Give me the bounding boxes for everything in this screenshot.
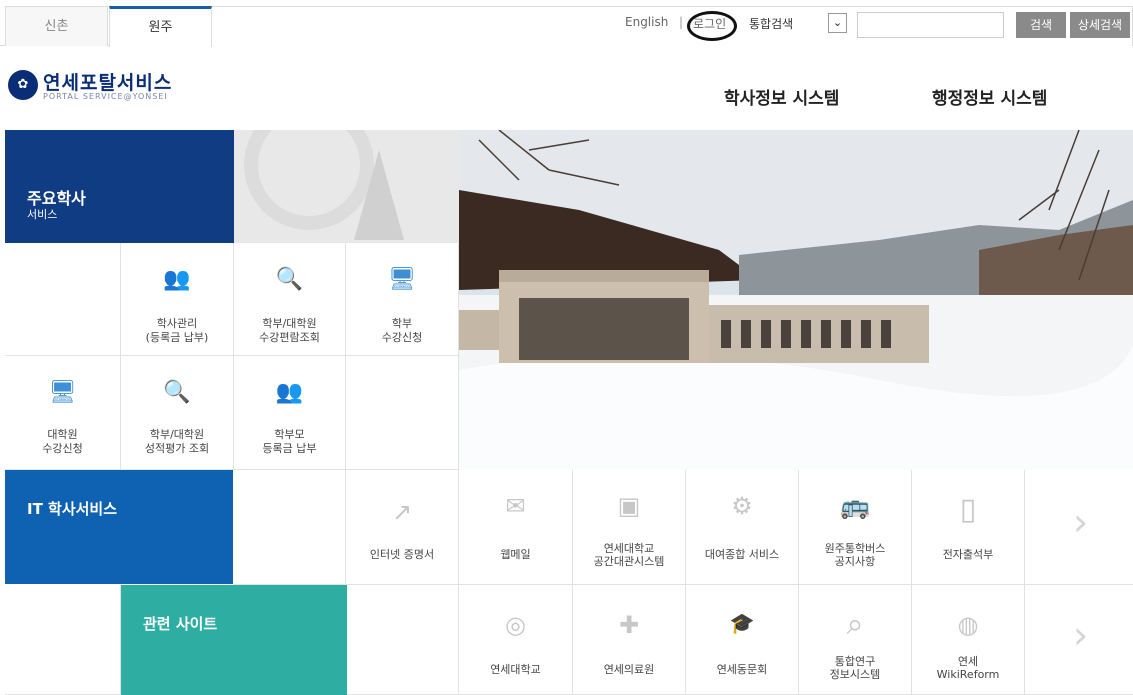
academic-item-grade-evaluation[interactable]: 🔍 학부/대학원 성적평가 조회 bbox=[121, 356, 234, 470]
related-item-wikireform[interactable]: ◍ 연세 WikiReform bbox=[912, 585, 1025, 695]
related-sites-header: 관련 사이트 bbox=[121, 585, 347, 695]
item-line2: 수강편람조회 bbox=[259, 331, 320, 344]
related-item-medical-center[interactable]: ✚ 연세의료원 bbox=[573, 585, 686, 695]
item-line1: 대여종합 서비스 bbox=[704, 548, 780, 561]
login-highlight-circle bbox=[687, 11, 737, 41]
item-line2: 정보시스템 bbox=[829, 668, 881, 681]
campus-emblem-background bbox=[234, 130, 459, 243]
tab-label: 신촌 bbox=[44, 19, 69, 34]
academic-subtitle: 서비스 bbox=[27, 208, 58, 221]
nav-admin-system[interactable]: 행정정보 시스템 bbox=[932, 84, 1047, 109]
item-line1: 학부모 bbox=[274, 428, 305, 441]
it-services-header: IT 학사서비스 bbox=[5, 470, 233, 584]
item-line2: 수강신청 bbox=[381, 331, 423, 344]
building-icon: ▣ bbox=[617, 492, 641, 520]
item-line1: 연세대학교 bbox=[490, 663, 541, 676]
medical-kit-icon: ✚ bbox=[618, 611, 640, 639]
item-line2: (등록금 납부) bbox=[145, 331, 209, 344]
yonsei-emblem-icon[interactable]: ✿ bbox=[8, 70, 38, 100]
item-line1: 연세대학교 bbox=[603, 542, 655, 555]
it-next-page[interactable]: › bbox=[1025, 470, 1133, 585]
user-database-icon: 👥 bbox=[163, 267, 191, 292]
gears-icon: ⚙ bbox=[731, 492, 753, 520]
item-line1: 통합연구 bbox=[834, 655, 876, 668]
book-search-icon: 🔍 bbox=[275, 267, 304, 292]
it-item-rental-service[interactable]: ⚙ 대여종합 서비스 bbox=[686, 470, 799, 585]
tab-label: 원주 bbox=[148, 20, 173, 35]
item-line2: 공지사항 bbox=[834, 555, 876, 568]
campus-winter-photo bbox=[459, 130, 1133, 470]
monitor-check-icon: 🖥 bbox=[48, 380, 77, 405]
item-line1: 원주통학버스 bbox=[824, 542, 886, 555]
advanced-search-button[interactable]: 상세검색 bbox=[1070, 12, 1130, 38]
academic-services-header: 주요학사 서비스 bbox=[5, 130, 234, 243]
mobile-icon: ▯ bbox=[959, 492, 977, 527]
document-search-icon: 🔍 bbox=[163, 380, 191, 405]
bus-icon: 🚌 bbox=[840, 492, 870, 520]
item-line1: 학사관리 bbox=[156, 317, 198, 330]
search-scope-select[interactable]: ⌄ bbox=[828, 13, 847, 33]
search-button[interactable]: 검색 bbox=[1016, 12, 1066, 38]
related-item-alumni[interactable]: 🎓 연세동문회 bbox=[686, 585, 799, 695]
academic-item-parent-tuition[interactable]: 👥 학부모 등록금 납부 bbox=[234, 356, 346, 470]
item-line1: 연세 bbox=[957, 655, 979, 668]
item-line1: 인터넷 증명서 bbox=[369, 548, 435, 561]
academic-item-tuition[interactable]: 👥 학사관리 (등록금 납부) bbox=[121, 243, 234, 356]
mail-icon: ✉ bbox=[505, 492, 526, 520]
related-item-yonsei-university[interactable]: ◎ 연세대학교 bbox=[459, 585, 573, 695]
item-line1: 학부/대학원 bbox=[149, 428, 205, 441]
search-scope-label: 통합검색 bbox=[749, 17, 794, 31]
item-line2: 공간대관시스템 bbox=[593, 555, 665, 568]
yonsei-emblem-icon: ◎ bbox=[505, 611, 526, 639]
it-item-shuttle-bus[interactable]: 🚌 원주통학버스 공지사항 bbox=[799, 470, 912, 585]
portal-logo-title[interactable]: 연세포탈서비스 bbox=[43, 68, 172, 95]
item-line1: 웹메일 bbox=[500, 548, 531, 561]
item-line2: 수강신청 bbox=[42, 442, 83, 455]
top-bar: 신촌 원주 English | 로그인 통합검색 ⌄ 검색 상세검색 bbox=[0, 0, 1133, 47]
graduation-cap-icon: 🎓 bbox=[729, 611, 755, 635]
monitor-check-icon: 🖥 bbox=[388, 267, 416, 292]
english-link[interactable]: English bbox=[625, 15, 668, 29]
portal-logo-subtitle: PORTAL SERVICE@YONSEI bbox=[43, 92, 168, 101]
map-search-icon: ⌕ bbox=[846, 607, 864, 642]
chevron-right-icon: › bbox=[1073, 500, 1089, 544]
tab-wonju[interactable]: 원주 bbox=[109, 6, 212, 47]
related-item-research-system[interactable]: ⌕ 통합연구 정보시스템 bbox=[799, 585, 912, 695]
it-item-space-rental[interactable]: ▣ 연세대학교 공간대관시스템 bbox=[573, 470, 686, 585]
item-line1: 전자출석부 bbox=[942, 548, 994, 561]
it-item-certificate[interactable]: ↗ 인터넷 증명서 bbox=[346, 470, 459, 585]
it-item-webmail[interactable]: ✉ 웹메일 bbox=[459, 470, 573, 585]
related-sites-title: 관련 사이트 bbox=[143, 615, 218, 633]
item-line1: 연세의료원 bbox=[603, 663, 655, 676]
search-input[interactable] bbox=[857, 12, 1004, 38]
related-next-page[interactable]: › bbox=[1025, 585, 1133, 695]
item-line2: 등록금 납부 bbox=[262, 442, 317, 455]
item-line2: 성적평가 조회 bbox=[144, 442, 210, 455]
user-database-icon: 👥 bbox=[275, 380, 304, 405]
chevron-right-icon: › bbox=[1073, 613, 1089, 657]
it-services-title: IT 학사서비스 bbox=[27, 500, 118, 518]
item-line1: 연세동문회 bbox=[716, 663, 768, 676]
item-line2: WikiReform bbox=[936, 668, 1000, 681]
globe-icon: ◍ bbox=[957, 611, 979, 639]
item-line1: 학부 bbox=[391, 317, 413, 330]
util-separator: | bbox=[679, 15, 684, 29]
chevron-down-icon: ⌄ bbox=[832, 16, 843, 29]
item-line1: 대학원 bbox=[47, 428, 78, 441]
tab-sinchon[interactable]: 신촌 bbox=[5, 6, 108, 46]
nav-academic-system[interactable]: 학사정보 시스템 bbox=[724, 84, 839, 109]
campus-photo-slider: ‹ ❚❚ › bbox=[459, 130, 1133, 470]
item-line1: 학부/대학원 bbox=[262, 317, 317, 330]
share-icon: ↗ bbox=[391, 498, 413, 526]
academic-item-course-catalog[interactable]: 🔍 학부/대학원 수강편람조회 bbox=[234, 243, 346, 356]
it-item-e-attendance[interactable]: ▯ 전자출석부 bbox=[912, 470, 1025, 585]
academic-item-undergrad-registration[interactable]: 🖥 학부 수강신청 bbox=[346, 243, 459, 356]
academic-item-grad-registration[interactable]: 🖥 대학원 수강신청 bbox=[5, 356, 121, 470]
